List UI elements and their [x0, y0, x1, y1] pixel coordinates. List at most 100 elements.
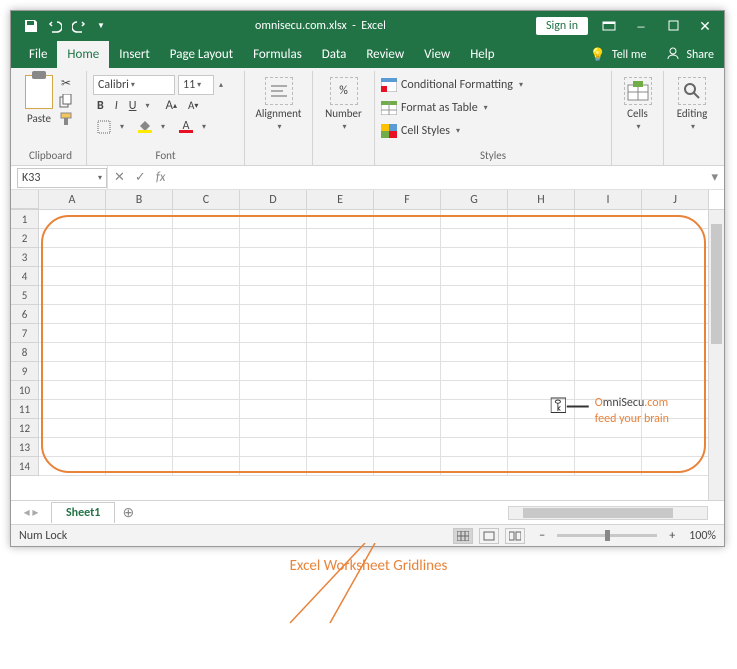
fill-color-icon[interactable] [134, 117, 156, 137]
qat-dropdown-icon[interactable]: ▼ [97, 21, 105, 31]
cell[interactable] [642, 210, 709, 229]
cell[interactable] [307, 362, 374, 381]
row-header[interactable]: 4 [11, 267, 39, 286]
cell[interactable] [106, 267, 173, 286]
editing-button[interactable]: Editing ▾ [670, 73, 714, 136]
page-layout-view-icon[interactable] [479, 528, 499, 544]
cell[interactable] [39, 305, 106, 324]
cell[interactable] [508, 267, 575, 286]
cell[interactable] [307, 210, 374, 229]
cell[interactable] [441, 362, 508, 381]
cell[interactable] [106, 419, 173, 438]
row-header[interactable]: 8 [11, 343, 39, 362]
ribbon-display-icon[interactable] [602, 18, 616, 35]
cell[interactable] [240, 362, 307, 381]
tab-file[interactable]: File [19, 41, 57, 68]
worksheet-grid[interactable]: ABCDEFGHIJ 1234567891011121314 ⚿━ OmniSe… [11, 190, 724, 500]
cell[interactable] [106, 457, 173, 476]
formula-expand-icon[interactable]: ▾ [711, 170, 718, 185]
cell[interactable] [307, 267, 374, 286]
cell[interactable] [106, 305, 173, 324]
cell[interactable] [508, 324, 575, 343]
select-all-corner[interactable] [11, 190, 39, 209]
cell[interactable] [575, 362, 642, 381]
row-header[interactable]: 2 [11, 229, 39, 248]
cell[interactable] [575, 324, 642, 343]
cell[interactable] [106, 229, 173, 248]
cell[interactable] [374, 400, 441, 419]
minimize-icon[interactable]: ─ [634, 18, 648, 35]
column-header[interactable]: G [441, 190, 508, 209]
cell[interactable] [508, 381, 575, 400]
cell[interactable] [240, 248, 307, 267]
cell[interactable] [173, 210, 240, 229]
bold-button[interactable]: B [93, 96, 108, 116]
row-header[interactable]: 6 [11, 305, 39, 324]
column-header[interactable]: E [307, 190, 374, 209]
cell[interactable] [106, 400, 173, 419]
cell[interactable] [575, 210, 642, 229]
cell[interactable] [374, 343, 441, 362]
cell[interactable] [307, 305, 374, 324]
cell[interactable] [240, 400, 307, 419]
cell[interactable] [441, 210, 508, 229]
cell[interactable] [173, 343, 240, 362]
tab-formulas[interactable]: Formulas [243, 41, 312, 68]
fx-icon[interactable]: fx [156, 170, 166, 185]
sign-in-button[interactable]: Sign in [536, 17, 588, 35]
cell[interactable] [39, 438, 106, 457]
cell[interactable] [39, 400, 106, 419]
cell[interactable] [173, 362, 240, 381]
cell[interactable] [374, 362, 441, 381]
cell[interactable] [575, 343, 642, 362]
paste-icon[interactable] [25, 75, 53, 109]
cell[interactable] [575, 438, 642, 457]
cell[interactable] [508, 457, 575, 476]
cell[interactable] [39, 419, 106, 438]
cell[interactable] [106, 438, 173, 457]
cell[interactable] [240, 343, 307, 362]
sheet-tab-sheet1[interactable]: Sheet1 [51, 502, 115, 523]
cell[interactable] [39, 248, 106, 267]
horizontal-scrollbar[interactable] [508, 506, 708, 520]
cell[interactable] [575, 419, 642, 438]
cell[interactable] [508, 419, 575, 438]
cell[interactable] [374, 210, 441, 229]
cell[interactable] [106, 248, 173, 267]
cell[interactable] [106, 362, 173, 381]
cell[interactable] [441, 267, 508, 286]
cell[interactable] [307, 438, 374, 457]
cell[interactable] [307, 286, 374, 305]
cell[interactable] [642, 400, 709, 419]
row-header[interactable]: 12 [11, 419, 39, 438]
cell[interactable] [508, 286, 575, 305]
row-header[interactable]: 9 [11, 362, 39, 381]
cell[interactable] [441, 286, 508, 305]
cell[interactable] [173, 438, 240, 457]
cell[interactable] [575, 267, 642, 286]
number-button[interactable]: % Number ▾ [319, 73, 368, 136]
font-size-combo[interactable]: 11▾ [178, 75, 214, 95]
cell[interactable] [106, 210, 173, 229]
cell[interactable] [39, 343, 106, 362]
alignment-button[interactable]: Alignment ▾ [251, 73, 306, 136]
cell[interactable] [173, 229, 240, 248]
cell[interactable] [642, 457, 709, 476]
sheet-nav-icon[interactable]: ◂ ▸ [11, 505, 51, 520]
cell[interactable] [374, 286, 441, 305]
cell[interactable] [508, 343, 575, 362]
font-grow-icon[interactable]: ▴ [219, 80, 223, 90]
cell[interactable] [173, 400, 240, 419]
copy-icon[interactable] [57, 93, 75, 109]
format-as-table-button[interactable]: Format as Table▾ [381, 97, 605, 119]
italic-button[interactable]: I [111, 96, 122, 116]
font-color-icon[interactable]: A [175, 117, 197, 137]
column-header[interactable]: J [642, 190, 709, 209]
cell[interactable] [642, 267, 709, 286]
tab-data[interactable]: Data [312, 41, 357, 68]
cell[interactable] [642, 438, 709, 457]
row-header[interactable]: 5 [11, 286, 39, 305]
cell[interactable] [240, 286, 307, 305]
cell[interactable] [374, 305, 441, 324]
borders-icon[interactable] [93, 117, 115, 137]
